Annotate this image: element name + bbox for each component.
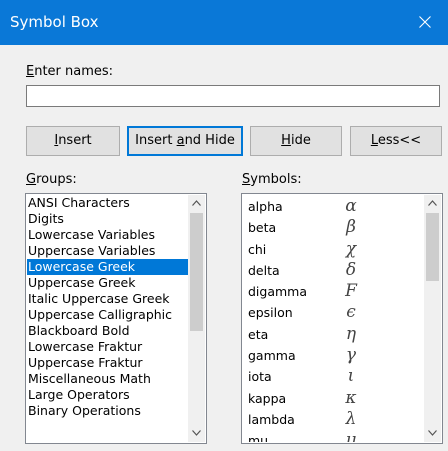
groups-list: ANSI Characters Digits Lowercase Variables… <box>27 195 188 442</box>
symbol-name: iota <box>248 369 272 385</box>
symbol-name: gamma <box>248 348 296 364</box>
symbol-name: mu <box>248 433 269 442</box>
group-item[interactable]: ANSI Characters <box>27 195 188 211</box>
symbol-item[interactable]: eta η <box>243 324 424 345</box>
chevron-down-icon <box>192 430 201 436</box>
symbol-glyph: ι <box>347 366 355 387</box>
chevron-down-icon <box>428 430 437 436</box>
symbol-name: digamma <box>248 284 308 300</box>
group-item[interactable]: Italic Uppercase Greek <box>27 291 188 307</box>
group-item[interactable]: Blackboard Bold <box>27 323 188 339</box>
symbol-item[interactable]: epsilon ϵ <box>243 302 424 323</box>
symbols-scroll-down-button[interactable] <box>424 425 441 442</box>
symbols-listbox[interactable]: alpha α beta β chi χ delta δ digamma Fepsilon ϵ eta… <box>241 193 443 444</box>
symbol-glyph: F <box>345 281 357 302</box>
symbol-name: epsilon <box>248 305 293 321</box>
symbol-name: delta <box>248 262 280 278</box>
symbol-glyph: β <box>346 217 356 238</box>
groups-listbox[interactable]: ANSI Characters Digits Lowercase Variables… <box>25 193 207 444</box>
symbol-name: alpha <box>248 199 283 214</box>
chevron-up-icon <box>428 200 437 206</box>
title-bar[interactable]: Symbol Box <box>0 0 448 45</box>
symbol-glyph: η <box>345 323 357 344</box>
symbol-item[interactable]: alpha α <box>243 196 424 217</box>
hide-button[interactable]: Hide <box>250 126 342 156</box>
names-label: Enter names: <box>26 64 114 79</box>
insert-and-hide-button[interactable]: Insert and Hide <box>127 126 243 156</box>
symbols-scrollbar[interactable] <box>424 195 441 442</box>
symbol-item[interactable]: gamma γ <box>243 345 424 366</box>
group-item[interactable]: Large Operators <box>27 387 188 403</box>
symbols-scroll-thumb[interactable] <box>426 213 439 281</box>
close-icon <box>419 16 431 28</box>
symbol-glyph: δ <box>345 259 357 280</box>
group-item[interactable]: Uppercase Fraktur <box>27 355 188 371</box>
symbol-item[interactable]: delta δ <box>243 260 424 281</box>
less-button[interactable]: Less<< <box>350 126 442 156</box>
symbol-glyph: μ <box>345 430 357 442</box>
groups-scrollbar[interactable] <box>188 195 205 442</box>
names-input[interactable] <box>26 85 440 107</box>
group-item[interactable]: Miscellaneous Math <box>27 371 188 387</box>
group-item[interactable]: Lowercase Greek <box>27 259 188 275</box>
group-item[interactable]: Binary Operations <box>27 403 188 419</box>
symbol-item[interactable]: iota ι <box>243 366 424 387</box>
symbol-item[interactable]: lambda λ <box>243 409 424 430</box>
group-item[interactable]: Lowercase Variables <box>27 227 188 243</box>
chevron-up-icon <box>192 200 201 206</box>
symbol-glyph: λ <box>345 408 357 429</box>
symbol-glyph: ϵ <box>346 302 356 323</box>
groups-label: Groups: <box>26 172 77 187</box>
close-button[interactable] <box>402 0 448 45</box>
symbols-scroll-up-button[interactable] <box>424 195 441 212</box>
symbol-name: eta <box>248 326 269 342</box>
symbol-item[interactable]: kappa κ <box>243 388 424 409</box>
group-item[interactable]: Digits <box>27 211 188 227</box>
groups-scroll-thumb[interactable] <box>190 213 203 331</box>
symbol-glyph: χ <box>345 238 357 259</box>
symbols-label: Symbols: <box>242 172 302 187</box>
group-item[interactable]: Lowercase Fraktur <box>27 339 188 355</box>
group-item[interactable]: Uppercase Calligraphic <box>27 307 188 323</box>
group-item[interactable]: Uppercase Greek <box>27 275 188 291</box>
symbol-item[interactable]: beta β <box>243 217 424 238</box>
symbol-name: chi <box>248 241 267 257</box>
symbol-name: lambda <box>248 411 295 427</box>
group-item[interactable]: Uppercase Variables <box>27 243 188 259</box>
window-title: Symbol Box <box>10 13 99 31</box>
symbol-name: kappa <box>248 390 287 406</box>
symbol-name: beta <box>248 220 277 236</box>
symbol-glyph: κ <box>345 387 357 408</box>
groups-scroll-down-button[interactable] <box>188 425 205 442</box>
symbol-glyph: α <box>345 196 357 216</box>
symbol-item[interactable]: digamma F <box>243 281 424 302</box>
symbol-item[interactable]: mu μ <box>243 430 424 442</box>
symbol-glyph: γ <box>345 345 357 366</box>
symbols-list: alpha α beta β chi χ delta δ digamma Fepsilon ϵ eta… <box>243 196 424 442</box>
insert-button[interactable]: Insert <box>26 126 120 156</box>
groups-scroll-up-button[interactable] <box>188 195 205 212</box>
symbol-item[interactable]: chi χ <box>243 239 424 260</box>
